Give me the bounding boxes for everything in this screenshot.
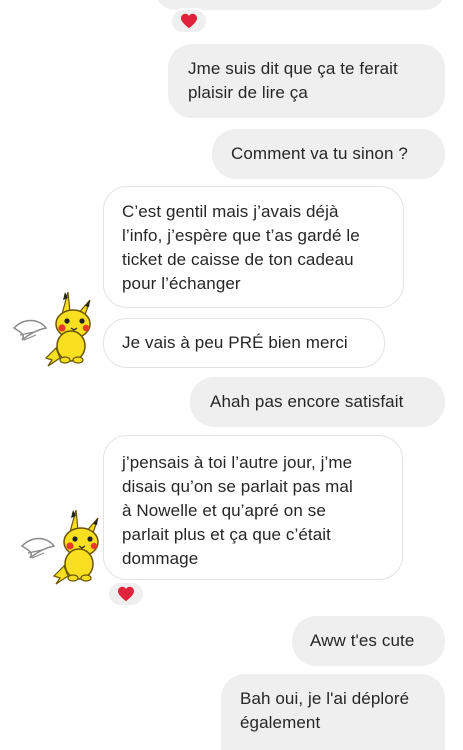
heart-icon <box>181 13 197 29</box>
message-text: plaisir de lire ça <box>188 83 308 102</box>
message-bubble-sent[interactable]: Bah oui, je l'ai déploré également <box>221 674 445 750</box>
winged-pikachu-avatar[interactable] <box>18 506 104 586</box>
message-bubble-received[interactable]: j’pensais à toi l’autre jour, j’me disai… <box>103 435 403 580</box>
message-bubble-sent[interactable]: Aww t'es cute <box>292 616 445 666</box>
message-bubble-sent[interactable]: Comment va tu sinon ? <box>212 129 445 179</box>
message-text: Jme suis dit que ça te ferait <box>188 59 398 78</box>
reaction-badge[interactable] <box>107 581 145 607</box>
message-text: également <box>240 713 321 732</box>
message-bubble-received[interactable]: C’est gentil mais j’avais déjà l’info, j… <box>103 186 404 308</box>
message-text: dommage <box>122 549 199 568</box>
message-text: l’info, j’espère que t’as gardé le <box>122 226 360 245</box>
message-text: Je vais à peu PRÉ bien merci <box>122 333 348 352</box>
message-text: Aww t'es cute <box>310 631 415 650</box>
message-text: C’est gentil mais j’avais déjà <box>122 202 339 221</box>
heart-icon <box>118 586 134 602</box>
message-bubble-received[interactable]: Je vais à peu PRÉ bien merci <box>103 318 385 368</box>
message-text: j’pensais à toi l’autre jour, j’me <box>122 453 353 472</box>
winged-pikachu-avatar[interactable] <box>10 288 96 368</box>
wing-icon <box>20 537 56 559</box>
message-text: ticket de caisse de ton cadeau <box>122 250 354 269</box>
message-bubble-sent[interactable]: Jme suis dit que ça te ferait plaisir de… <box>168 44 445 118</box>
message-text: pour l’échanger <box>122 274 241 293</box>
message-text: à Nowelle et qu’apré on se <box>122 501 326 520</box>
chat-thread: Jme suis dit que ça te ferait plaisir de… <box>0 0 463 750</box>
message-text: parlait plus et ça que c’était <box>122 525 332 544</box>
reaction-badge[interactable] <box>170 8 208 34</box>
message-bubble-sent[interactable]: Ahah pas encore satisfait <box>190 377 445 427</box>
message-text: Bah oui, je l'ai déploré <box>240 689 410 708</box>
message-text: Comment va tu sinon ? <box>231 144 408 163</box>
wing-icon <box>12 319 48 341</box>
message-text: Ahah pas encore satisfait <box>210 392 404 411</box>
message-text: disais qu’on se parlait pas mal <box>122 477 353 496</box>
